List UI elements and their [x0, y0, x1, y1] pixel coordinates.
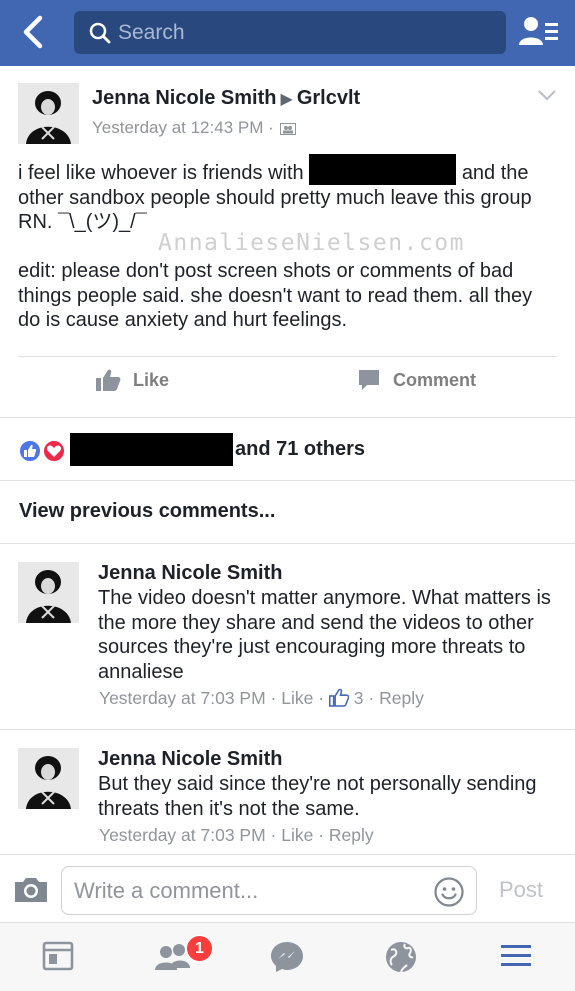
love-reaction-icon — [42, 439, 66, 463]
post-options-button[interactable] — [536, 88, 558, 102]
profile-photo — [18, 748, 79, 809]
comment-input-box[interactable] — [61, 866, 477, 915]
camera-button[interactable] — [12, 875, 50, 905]
avatar[interactable] — [18, 748, 79, 809]
redacted-name-block — [309, 154, 457, 185]
divider — [18, 356, 557, 357]
thumbs-up-icon — [96, 369, 121, 391]
thumbs-up-icon — [328, 688, 350, 707]
comment-like-count: 3 — [353, 688, 364, 708]
like-reaction-icon — [18, 439, 42, 463]
post-edit-paragraph: edit: please don't post screen shots or … — [18, 260, 533, 331]
avatar[interactable] — [18, 562, 79, 623]
post-text-part: i feel like whoever is friends with — [18, 162, 304, 184]
search-icon — [89, 22, 111, 44]
bottom-navigation: 1 — [0, 922, 575, 991]
divider — [0, 480, 575, 481]
group-audience-icon — [280, 122, 297, 135]
news-feed-icon — [42, 941, 74, 971]
post-time-text[interactable]: Yesterday at 12:43 PM — [92, 118, 263, 137]
divider — [0, 729, 575, 730]
search-input[interactable] — [118, 11, 498, 54]
nav-notifications[interactable] — [383, 939, 423, 975]
post-timestamp: Yesterday at 12:43 PM · — [92, 118, 297, 138]
reactions-count-text: and 71 others — [235, 438, 366, 460]
chevron-down-icon — [538, 90, 556, 101]
comment-text: But they said since they're not personal… — [98, 773, 537, 820]
like-button[interactable]: Like — [95, 368, 169, 392]
top-bar — [0, 0, 575, 66]
emoji-button[interactable] — [433, 876, 465, 908]
post-comment-button[interactable]: Post — [499, 877, 543, 903]
comment-composer: Post — [0, 854, 575, 922]
divider — [0, 543, 575, 544]
menu-icon — [501, 945, 531, 966]
arrow-right-icon: ▶ — [280, 91, 293, 108]
comment-input[interactable] — [74, 867, 424, 914]
comment-author[interactable]: Jenna Nicole Smith — [98, 562, 283, 585]
profile-photo — [18, 83, 79, 144]
friend-requests-button[interactable] — [518, 14, 560, 50]
camera-icon — [15, 878, 47, 902]
group-name[interactable]: Grlcvlt — [297, 87, 360, 109]
notification-badge: 1 — [186, 935, 213, 962]
notifications-globe-icon — [386, 942, 416, 973]
comment-reply-link[interactable]: Reply — [329, 825, 374, 845]
divider — [0, 417, 575, 418]
person-list-icon — [519, 17, 558, 45]
profile-photo — [18, 562, 79, 623]
comment-meta: Yesterday at 7:03 PM · Like · Reply — [99, 825, 374, 845]
redacted-name-block — [70, 433, 233, 466]
comment-like-link[interactable]: Like — [281, 825, 313, 845]
post-author-line: Jenna Nicole Smith ▶ Grlcvlt — [92, 87, 360, 110]
comment-button[interactable]: Comment — [357, 368, 476, 392]
comment-text: The video doesn't matter anymore. What m… — [98, 587, 551, 683]
post-text-paragraph: i feel like whoever is friends with and … — [18, 154, 558, 235]
view-previous-comments-link[interactable]: View previous comments... — [19, 500, 275, 523]
like-label: Like — [133, 369, 170, 390]
nav-news-feed[interactable] — [40, 939, 80, 975]
comment-label: Comment — [393, 369, 477, 390]
avatar[interactable] — [18, 83, 79, 144]
back-arrow-icon — [23, 15, 43, 49]
smiley-icon — [434, 877, 464, 907]
post-author-name[interactable]: Jenna Nicole Smith — [92, 87, 277, 109]
nav-menu[interactable] — [498, 939, 538, 975]
watermark: AnnalieseNielsen.com — [158, 230, 465, 256]
comment-bubble-icon — [359, 370, 379, 390]
comment-meta: Yesterday at 7:03 PM · Like · 3 · Reply — [99, 688, 424, 708]
back-button[interactable] — [18, 12, 54, 52]
search-box[interactable] — [74, 11, 506, 54]
comment-like-link[interactable]: Like — [281, 688, 313, 708]
comment-reply-link[interactable]: Reply — [379, 688, 424, 708]
comment-time[interactable]: Yesterday at 7:03 PM — [99, 825, 266, 845]
comment-time[interactable]: Yesterday at 7:03 PM — [99, 688, 266, 708]
comment-author[interactable]: Jenna Nicole Smith — [98, 748, 283, 771]
post-text-part: and — [461, 162, 496, 184]
reactions-summary[interactable]: and 71 others — [18, 433, 558, 469]
messenger-icon — [271, 942, 303, 972]
nav-messenger[interactable] — [268, 939, 308, 975]
